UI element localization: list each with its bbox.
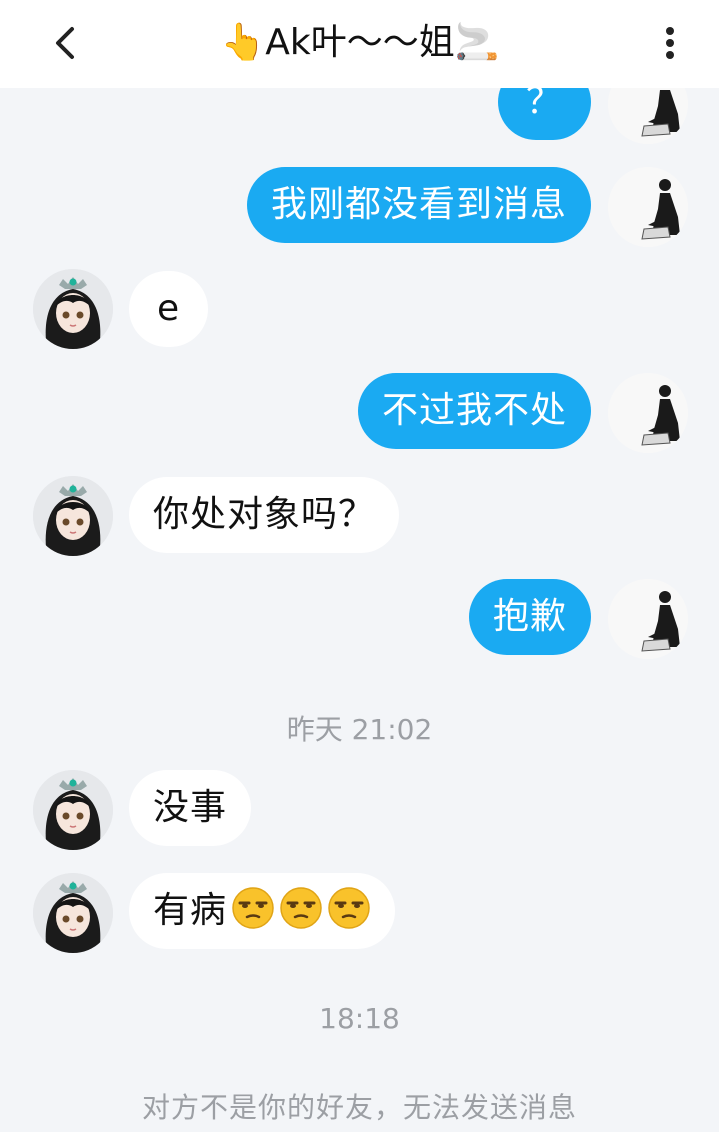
contact-avatar[interactable] bbox=[33, 476, 113, 556]
unamused-face-icon bbox=[327, 886, 371, 930]
message-bubble[interactable]: 有病 bbox=[129, 873, 396, 949]
contact-avatar[interactable] bbox=[33, 770, 113, 850]
contact-avatar[interactable] bbox=[33, 269, 113, 349]
message-bubble[interactable]: 没事 bbox=[129, 770, 252, 846]
my-avatar[interactable] bbox=[608, 373, 688, 453]
message-bubble[interactable]: 抱歉 bbox=[468, 579, 591, 655]
message-bubble[interactable]: e bbox=[129, 271, 209, 347]
unamused-face-icon bbox=[231, 886, 275, 930]
contact-name-title: 👆Ak叶～～姐🚬 bbox=[220, 22, 500, 63]
message-bubble[interactable]: 不过我不处 bbox=[357, 373, 591, 449]
contact-avatar[interactable] bbox=[33, 873, 113, 953]
back-button[interactable] bbox=[40, 18, 90, 68]
more-options-button[interactable] bbox=[645, 18, 695, 68]
chat-header: 👆Ak叶～～姐🚬 bbox=[0, 0, 719, 88]
message-bubble[interactable]: 我刚都没看到消息 bbox=[246, 167, 591, 243]
more-vertical-icon bbox=[666, 27, 674, 59]
unamused-face-icon bbox=[279, 886, 323, 930]
my-avatar[interactable] bbox=[608, 167, 688, 247]
message-text: 有病 bbox=[153, 890, 228, 931]
cannot-send-notice: 对方不是你的好友，无法发送消息 bbox=[141, 1091, 577, 1124]
timestamp: 18:18 bbox=[319, 1002, 400, 1035]
message-bubble[interactable]: 你处对象吗？ bbox=[129, 477, 400, 553]
my-avatar[interactable] bbox=[608, 579, 688, 659]
chat-area: ？ 我刚都没看到消息 e 不过我不处 你处对象吗？ 抱歉 昨天 21:02 没事… bbox=[0, 0, 719, 1132]
chevron-left-icon bbox=[56, 27, 74, 59]
timestamp: 昨天 21:02 bbox=[286, 713, 433, 746]
